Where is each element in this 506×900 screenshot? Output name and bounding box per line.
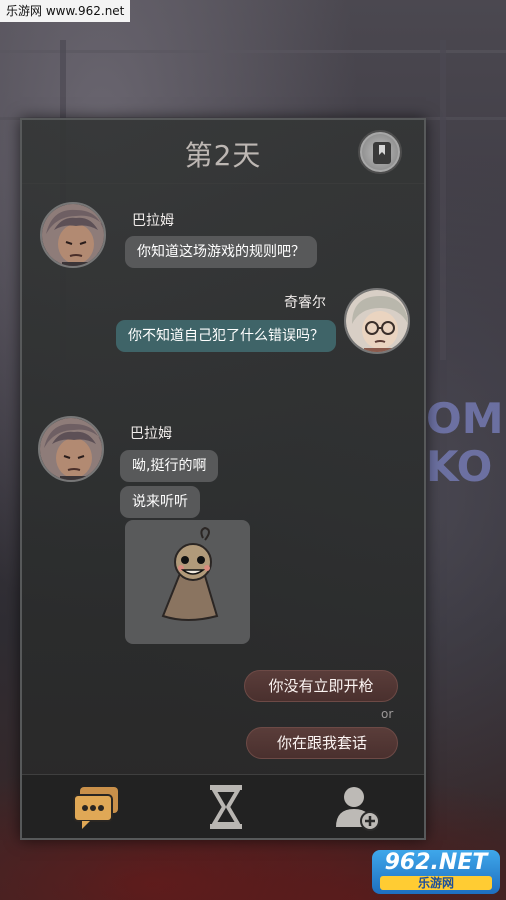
or-label: or [381, 707, 394, 721]
graffiti-text: OMI KO [426, 395, 506, 491]
choice-option-2[interactable]: 你在跟我套话 [246, 727, 398, 759]
speaker-name: 巴拉姆 [130, 426, 172, 442]
message-bubble: 你不知道自己犯了什么错误吗？ [116, 320, 336, 352]
chat-icon [73, 787, 118, 829]
watermark-top: 乐游网 www.962.net [0, 0, 131, 22]
avatar-qiruier[interactable] [344, 288, 410, 354]
header: 第2天 [22, 120, 424, 184]
speaker-name: 奇睿尔 [284, 295, 326, 311]
bookmark-icon [373, 142, 391, 164]
message-bubble: 说来听听 [120, 486, 200, 518]
choice-option-1[interactable]: 你没有立即开枪 [244, 670, 398, 702]
sticker-image[interactable] [125, 520, 250, 644]
bookmark-button[interactable] [358, 130, 402, 174]
fence-decoration [0, 50, 506, 120]
message-bubble: 你知道这场游戏的规则吧？ [125, 236, 317, 268]
watermark-brand: 962.NET [384, 850, 488, 875]
fence-post [440, 40, 446, 360]
hourglass-icon [210, 785, 242, 829]
ghost-doll-sticker [161, 526, 219, 621]
watermark-bottom-logo: 962.NET 乐游网 [372, 850, 500, 894]
nav-hourglass-button[interactable] [200, 783, 252, 831]
avatar-balamu[interactable] [38, 416, 104, 482]
nav-add-contact-button[interactable] [330, 783, 382, 831]
bottom-nav [22, 774, 424, 838]
nav-chat-button[interactable] [70, 783, 122, 831]
chat-panel: 第2天 巴拉姆 你知道这场游戏的规则吧？ 奇睿尔 你不知道自己犯了什么错误吗？ … [20, 118, 426, 840]
speaker-name: 巴拉姆 [132, 213, 174, 229]
avatar-balamu[interactable] [40, 202, 106, 268]
message-bubble: 呦,挺行的啊 [120, 450, 219, 482]
watermark-sub: 乐游网 [380, 876, 492, 890]
add-contact-icon [336, 787, 380, 831]
